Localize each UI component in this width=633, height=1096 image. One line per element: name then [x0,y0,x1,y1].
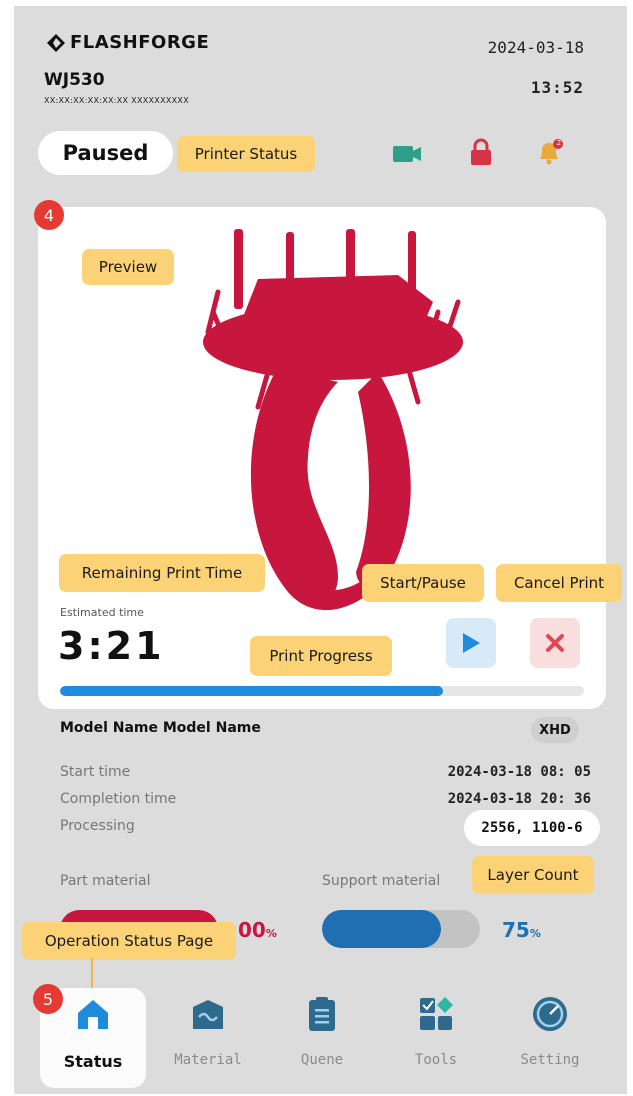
cancel-print-button[interactable] [530,618,580,668]
callout-cancel-print: Cancel Print [496,564,622,602]
print-progress-bar [60,686,584,696]
support-material-label: Support material [322,873,441,889]
processing-value: 2556, 1100-6 [464,810,600,846]
brand-logo: FLASHFORGE [46,32,209,53]
nav-label-tools: Tools [414,1052,458,1068]
support-material-percent: 75% [502,918,541,942]
flashforge-logo-icon [47,33,65,52]
queue-icon [302,994,342,1034]
camera-icon[interactable] [392,139,422,169]
alert-count: 2 [556,139,562,147]
header-time: 13:52 [530,78,584,97]
callout-start-pause: Start/Pause [362,564,484,602]
lock-icon[interactable] [466,137,496,167]
support-material-bar [322,910,480,948]
nav-item-setting[interactable]: Setting [500,994,600,1068]
printer-state-pill: Paused [38,131,173,175]
print-progress-fill [60,686,443,696]
nav-label-material: Material [174,1052,242,1068]
nav-label-queue: Quene [300,1052,344,1068]
callout-layer-count: Layer Count [472,856,594,894]
nav-item-status[interactable]: Status [43,994,143,1071]
processing-label: Processing [60,818,135,834]
nav-label-setting: Setting [520,1052,580,1068]
completion-time-value: 2024-03-18 20: 36 [447,791,591,807]
close-icon [546,634,564,652]
part-material-percent: 00% [238,918,277,942]
estimated-time-label: Estimated time [60,606,144,619]
material-icon [188,994,228,1034]
printer-model: WJ530 [44,70,105,90]
callout-operation-status-page: Operation Status Page [22,922,236,960]
estimated-time-value: 3:21 [58,624,165,668]
nav-label-status: Status [63,1052,123,1071]
start-time-label: Start time [60,764,131,780]
header-date: 2024-03-18 [487,38,584,57]
callout-printer-status: Printer Status [177,136,315,172]
support-material-fill [322,910,441,948]
start-pause-button[interactable] [446,618,496,668]
notification-bell-icon[interactable]: 2 [534,137,564,167]
nav-item-material[interactable]: Material [158,994,258,1068]
completion-time-label: Completion time [60,791,177,807]
part-material-label: Part material [60,873,151,889]
model-name: Model Name Model Name [60,720,261,736]
home-icon [73,994,113,1034]
step-badge-4: 4 [34,200,64,230]
callout-leader-line [91,958,93,988]
callout-remaining-time: Remaining Print Time [59,554,265,592]
tools-icon [416,994,456,1034]
printer-serial: XX:XX:XX:XX:XX:XX XXXXXXXXXX [44,96,189,105]
nav-item-queue[interactable]: Quene [272,994,372,1068]
nav-item-tools[interactable]: Tools [386,994,486,1068]
callout-print-progress: Print Progress [250,636,392,676]
play-icon [463,633,480,653]
start-time-value: 2024-03-18 08: 05 [447,764,591,780]
callout-preview: Preview [82,249,174,285]
quality-badge: XHD [531,717,579,743]
setting-icon [530,994,570,1034]
brand-name: FLASHFORGE [70,32,210,53]
